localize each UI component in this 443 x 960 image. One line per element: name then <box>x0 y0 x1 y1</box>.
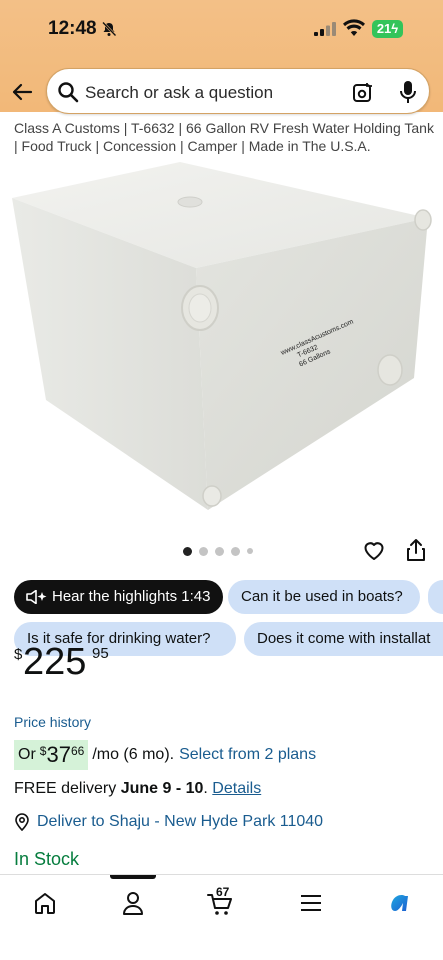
hear-highlights-label: Hear the highlights 1:43 <box>52 588 211 605</box>
deliver-to-label: Deliver to Shaju - New Hyde Park 11040 <box>37 813 324 830</box>
plan-price-fraction: 66 <box>70 744 85 758</box>
search-input[interactable] <box>85 81 335 105</box>
search-bar[interactable] <box>46 68 430 114</box>
tank-lower-fitting <box>377 354 403 386</box>
tank-side-fitting-inner <box>188 293 212 323</box>
speaker-sparkle-icon <box>26 590 47 605</box>
plan-currency-symbol: $ <box>39 744 47 758</box>
plan-suffix: /mo (6 mo). <box>92 746 175 763</box>
select-plans-link[interactable]: Select from 2 plans <box>179 746 316 764</box>
rufus-assistant-icon[interactable] <box>385 889 413 917</box>
delivery-prefix: FREE delivery <box>14 780 117 797</box>
active-tab-indicator <box>110 875 156 879</box>
tank-top-fitting <box>177 196 203 208</box>
price-fraction: 95 <box>92 645 109 662</box>
microphone-icon[interactable] <box>399 80 417 104</box>
battery-level: 21 <box>376 21 392 36</box>
home-icon[interactable] <box>31 889 59 917</box>
carousel-dot <box>231 546 240 556</box>
carousel-dot <box>199 546 208 556</box>
wifi-icon <box>343 19 365 36</box>
status-time: 12:48 <box>48 18 97 39</box>
price-history-link[interactable]: Price history <box>14 714 91 730</box>
camera-lens-icon[interactable] <box>352 81 374 103</box>
price-currency-symbol: $ <box>14 646 23 663</box>
battery-indicator: 21ϟ <box>372 20 403 38</box>
delivery-details-link[interactable]: Details <box>212 780 261 797</box>
cart-icon[interactable] <box>206 889 234 917</box>
search-icon <box>58 82 79 103</box>
question-chip[interactable]: Does it come with installat <box>244 622 443 656</box>
question-chip[interactable]: Can it be used in boats? <box>228 580 420 614</box>
tank-bottom-fitting <box>202 485 222 507</box>
plan-price-whole: 37 <box>46 742 71 767</box>
carousel-dot <box>247 548 253 554</box>
delivery-period: . <box>203 780 213 797</box>
cellular-signal-icon <box>314 22 336 36</box>
product-image[interactable]: www.classAcustoms.com T-6632 66 Gallons <box>0 150 443 535</box>
hear-highlights-button[interactable]: Hear the highlights 1:43 <box>14 580 224 614</box>
account-icon[interactable] <box>119 889 147 917</box>
deliver-to-location[interactable]: Deliver to Shaju - New Hyde Park 11040 <box>14 813 323 831</box>
bell-muted-icon <box>102 21 117 37</box>
share-icon[interactable] <box>405 538 427 562</box>
plan-prefix: Or <box>18 746 36 763</box>
question-chip-overflow[interactable] <box>428 580 443 614</box>
charging-bolt-icon: ϟ <box>391 21 399 36</box>
location-pin-icon <box>15 813 29 831</box>
heart-icon[interactable] <box>362 538 386 562</box>
bottom-tab-bar: 67 <box>0 874 443 960</box>
app-header: 12:48 21ϟ <box>0 0 443 114</box>
carousel-dot <box>215 546 224 556</box>
price-whole: 225 <box>23 641 87 683</box>
stock-status: In Stock <box>14 849 80 869</box>
delivery-dates: June 9 - 10 <box>120 780 204 797</box>
tank-corner-fitting <box>414 209 432 231</box>
carousel-dots <box>183 546 253 556</box>
monthly-plan-row: Or $ 37 66 /mo (6 mo). Select from 2 pla… <box>14 740 316 770</box>
carousel-dot-active <box>183 546 192 556</box>
back-arrow-icon[interactable] <box>10 80 34 104</box>
monthly-price-highlight: Or $ 37 66 <box>14 740 89 770</box>
menu-icon[interactable] <box>297 889 325 917</box>
delivery-info: FREE delivery June 9 - 10. Details <box>14 780 261 798</box>
